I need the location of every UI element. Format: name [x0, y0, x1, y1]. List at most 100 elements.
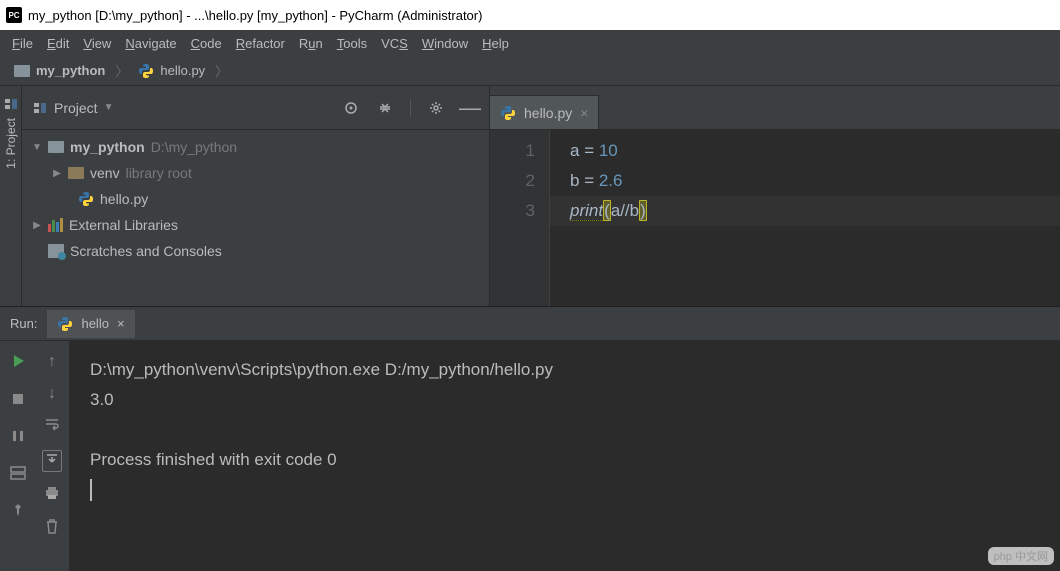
menu-run[interactable]: Run — [293, 34, 329, 53]
python-file-icon — [78, 191, 94, 207]
editor-tab-label: hello.py — [524, 105, 572, 121]
tree-root[interactable]: ▼ my_python D:\my_python — [22, 134, 489, 160]
run-panel: Run: hello × ↑ ↓ D:\my_python\venv\Scrip… — [0, 306, 1060, 571]
menu-vcs[interactable]: VCS — [375, 34, 414, 53]
code-token: a//b — [611, 201, 639, 220]
menu-refactor[interactable]: Refactor — [230, 34, 291, 53]
layout-icon[interactable] — [10, 466, 26, 485]
window-titlebar: PC my_python [D:\my_python] - ...\hello.… — [0, 0, 1060, 30]
chevron-right-icon: 〉 — [115, 61, 128, 80]
folder-icon — [48, 141, 64, 153]
code-token: = — [579, 141, 598, 160]
pycharm-logo-icon: PC — [6, 7, 22, 23]
line-number: 1 — [490, 136, 535, 166]
project-panel-header: Project ▼ — — [22, 86, 489, 130]
sidebar-project-label: 1: Project — [4, 118, 18, 169]
scratches-icon — [48, 244, 64, 258]
folder-icon — [14, 65, 30, 77]
editor-tab-bar: hello.py × — [490, 86, 1060, 130]
collapse-all-icon[interactable] — [376, 99, 394, 117]
up-icon[interactable]: ↑ — [48, 353, 56, 371]
tree-scratches[interactable]: ▶ Scratches and Consoles — [22, 238, 489, 264]
hide-icon[interactable]: — — [461, 99, 479, 117]
run-tab-hello[interactable]: hello × — [47, 310, 134, 338]
close-tab-icon[interactable]: × — [117, 316, 125, 331]
navigation-bar: my_python 〉 hello.py 〉 — [0, 56, 1060, 86]
line-gutter: 1 2 3 — [490, 130, 550, 306]
tree-root-path: D:\my_python — [151, 139, 237, 155]
menu-window[interactable]: Window — [416, 34, 474, 53]
line-number: 3 — [490, 196, 535, 226]
console-output[interactable]: D:\my_python\venv\Scripts\python.exe D:/… — [70, 341, 1060, 571]
tree-venv-name: venv — [90, 165, 120, 181]
chevron-down-icon[interactable]: ▼ — [104, 102, 114, 113]
python-file-icon — [138, 63, 154, 79]
breadcrumb-file-label: hello.py — [160, 63, 205, 78]
main-menubar: File Edit View Navigate Code Refactor Ru… — [0, 30, 1060, 56]
breadcrumb-file[interactable]: hello.py — [132, 63, 211, 79]
watermark: php 中文网 — [988, 547, 1054, 565]
breadcrumb-project[interactable]: my_python — [8, 63, 111, 78]
locate-icon[interactable] — [342, 99, 360, 117]
pause-icon[interactable] — [11, 429, 25, 448]
console-cursor — [90, 479, 92, 501]
chevron-down-icon: ▼ — [32, 142, 42, 153]
run-body: ↑ ↓ D:\my_python\venv\Scripts\python.exe… — [0, 341, 1060, 571]
print-icon[interactable] — [44, 486, 60, 505]
divider — [410, 99, 411, 117]
tree-file-hello[interactable]: hello.py — [22, 186, 489, 212]
gear-icon[interactable] — [427, 99, 445, 117]
main-content-row: 1: Project Project ▼ — — [0, 86, 1060, 306]
run-tab-label: hello — [81, 316, 108, 331]
menu-view[interactable]: View — [77, 34, 117, 53]
python-file-icon — [500, 105, 516, 121]
window-title: my_python [D:\my_python] - ...\hello.py … — [28, 8, 482, 23]
library-folder-icon — [68, 167, 84, 179]
code-token: = — [579, 171, 598, 190]
console-line: D:\my_python\venv\Scripts\python.exe D:/… — [90, 360, 553, 379]
chevron-right-icon: 〉 — [215, 61, 228, 80]
editor-body[interactable]: 1 2 3 a = 10 b = 2.6 print(a//b) — [490, 130, 1060, 306]
tree-venv[interactable]: ▶ venv library root — [22, 160, 489, 186]
soft-wrap-icon[interactable] — [44, 417, 60, 436]
run-action-column-1 — [0, 341, 35, 571]
menu-navigate[interactable]: Navigate — [119, 34, 182, 53]
scroll-to-end-icon[interactable] — [42, 450, 62, 472]
console-line: Process finished with exit code 0 — [90, 450, 337, 469]
editor-area: hello.py × 1 2 3 a = 10 b = 2.6 print(a/… — [490, 86, 1060, 306]
menu-edit[interactable]: Edit — [41, 34, 75, 53]
chevron-right-icon: ▶ — [52, 168, 62, 179]
code-token: 2.6 — [599, 171, 623, 190]
project-panel: Project ▼ — ▼ my_python — [22, 86, 490, 306]
tree-root-name: my_python — [70, 139, 145, 155]
code-token: ( — [603, 200, 611, 221]
project-tree: ▼ my_python D:\my_python ▶ venv library … — [22, 130, 489, 306]
close-tab-icon[interactable]: × — [580, 105, 588, 121]
tree-file-label: hello.py — [100, 191, 148, 207]
project-view-icon — [32, 100, 48, 116]
menu-tools[interactable]: Tools — [331, 34, 373, 53]
project-panel-title: Project — [54, 100, 98, 116]
chevron-right-icon: ▶ — [32, 220, 42, 231]
editor-tab-hello[interactable]: hello.py × — [490, 95, 599, 129]
menu-code[interactable]: Code — [185, 34, 228, 53]
code-token: 10 — [599, 141, 618, 160]
code-token: print — [570, 201, 603, 221]
breadcrumb-project-label: my_python — [36, 63, 105, 78]
tree-external-libraries[interactable]: ▶ External Libraries — [22, 212, 489, 238]
run-label: Run: — [10, 316, 37, 331]
trash-icon[interactable] — [45, 519, 59, 540]
menu-file[interactable]: File — [6, 34, 39, 53]
left-tool-sidebar[interactable]: 1: Project — [0, 86, 22, 306]
down-icon[interactable]: ↓ — [48, 385, 56, 403]
tree-venv-tag: library root — [126, 165, 192, 181]
code-token: ) — [639, 200, 647, 221]
run-panel-header: Run: hello × — [0, 307, 1060, 341]
code-area[interactable]: a = 10 b = 2.6 print(a//b) — [550, 130, 1060, 306]
menu-help[interactable]: Help — [476, 34, 515, 53]
libraries-icon — [48, 218, 63, 232]
python-file-icon — [57, 316, 73, 332]
pin-icon[interactable] — [11, 503, 25, 522]
rerun-icon[interactable] — [10, 353, 26, 374]
stop-icon[interactable] — [11, 392, 25, 411]
